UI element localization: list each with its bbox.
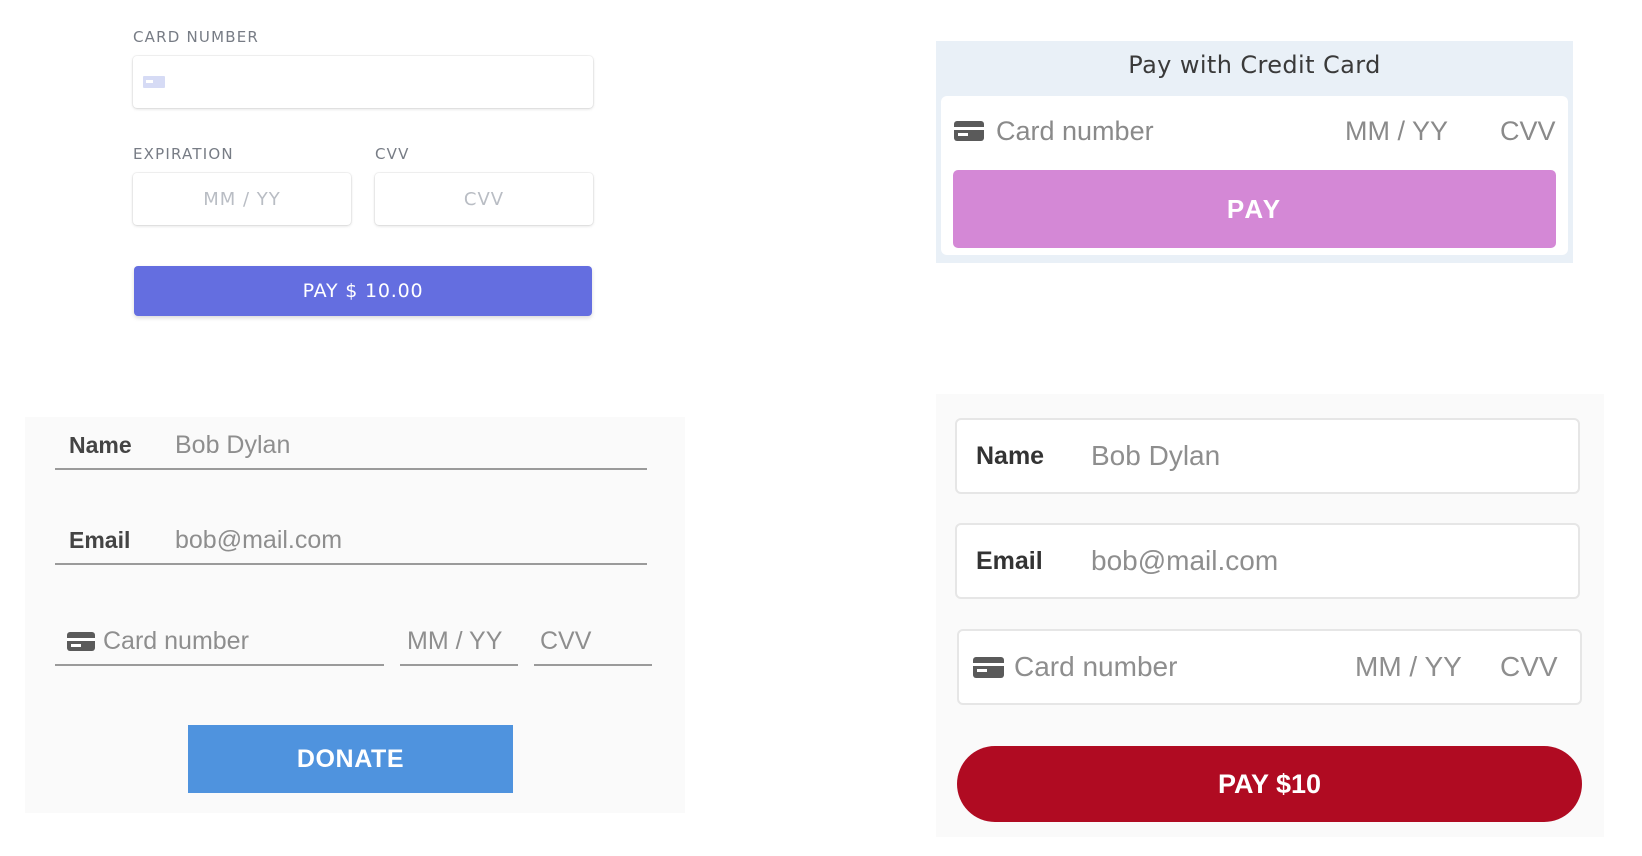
name-label: Name (976, 441, 1045, 470)
credit-card-icon (973, 656, 1004, 678)
name-label: Name (69, 431, 132, 458)
donation-form: Name Bob Dylan Email bob@mail.com Card n… (25, 417, 685, 813)
expiry-input[interactable]: MM / YY (1355, 651, 1500, 683)
card-input-row[interactable]: Card number MM / YY CVV (957, 629, 1582, 705)
expiry-input[interactable]: MM / YY (1345, 116, 1500, 147)
card-number-label: CARD NUMBER (133, 28, 260, 46)
name-input[interactable]: Bob Dylan (175, 431, 290, 460)
expiration-placeholder: MM / YY (203, 188, 281, 210)
email-label: Email (69, 526, 131, 553)
email-field[interactable]: Email bob@mail.com (955, 523, 1580, 599)
card-number-input[interactable]: Card number (996, 116, 1345, 147)
donate-button[interactable]: DONATE (188, 725, 513, 793)
pay-button[interactable]: PAY $ 10.00 (134, 266, 592, 316)
email-input[interactable]: bob@mail.com (1091, 545, 1278, 577)
payment-form-minimal: CARD NUMBER EXPIRATION MM / YY CVV CVV P… (133, 28, 595, 328)
card-container: Card number MM / YY CVV PAY (941, 96, 1568, 255)
expiration-input[interactable]: MM / YY (133, 173, 351, 225)
payment-form-credit-card: Pay with Credit Card Card number MM / YY… (936, 41, 1573, 263)
name-field[interactable]: Name Bob Dylan (55, 422, 647, 470)
form-title: Pay with Credit Card (1128, 51, 1381, 79)
name-field[interactable]: Name Bob Dylan (955, 418, 1580, 494)
payment-form-rounded: Name Bob Dylan Email bob@mail.com Card n… (936, 394, 1604, 837)
expiration-label: EXPIRATION (133, 145, 234, 163)
credit-card-icon (143, 76, 165, 88)
cvv-input[interactable]: CVV (540, 627, 591, 656)
name-input[interactable]: Bob Dylan (1091, 440, 1220, 472)
card-number-field[interactable]: Card number (55, 618, 384, 666)
pay-button[interactable]: PAY (953, 170, 1556, 248)
cvv-field[interactable]: CVV (534, 618, 652, 666)
cvv-placeholder: CVV (463, 188, 505, 210)
email-field[interactable]: Email bob@mail.com (55, 517, 647, 565)
card-number-input[interactable]: Card number (103, 627, 249, 656)
email-input[interactable]: bob@mail.com (175, 526, 342, 555)
cvv-input[interactable]: CVV (1500, 651, 1580, 683)
expiry-field[interactable]: MM / YY (400, 618, 518, 666)
credit-card-icon (67, 631, 95, 651)
cvv-label: CVV (375, 145, 410, 163)
card-input-row[interactable]: Card number MM / YY CVV (941, 96, 1568, 166)
email-label: Email (976, 546, 1043, 575)
cvv-input[interactable]: CVV (375, 173, 593, 225)
credit-card-icon (954, 121, 984, 141)
expiry-input[interactable]: MM / YY (407, 627, 502, 656)
card-number-input[interactable]: Card number (1014, 651, 1355, 683)
card-number-input[interactable] (133, 56, 593, 108)
pay-button[interactable]: PAY $10 (957, 746, 1582, 822)
payment-forms-showcase: CARD NUMBER EXPIRATION MM / YY CVV CVV P… (0, 0, 1642, 856)
cvv-input[interactable]: CVV (1500, 116, 1568, 147)
